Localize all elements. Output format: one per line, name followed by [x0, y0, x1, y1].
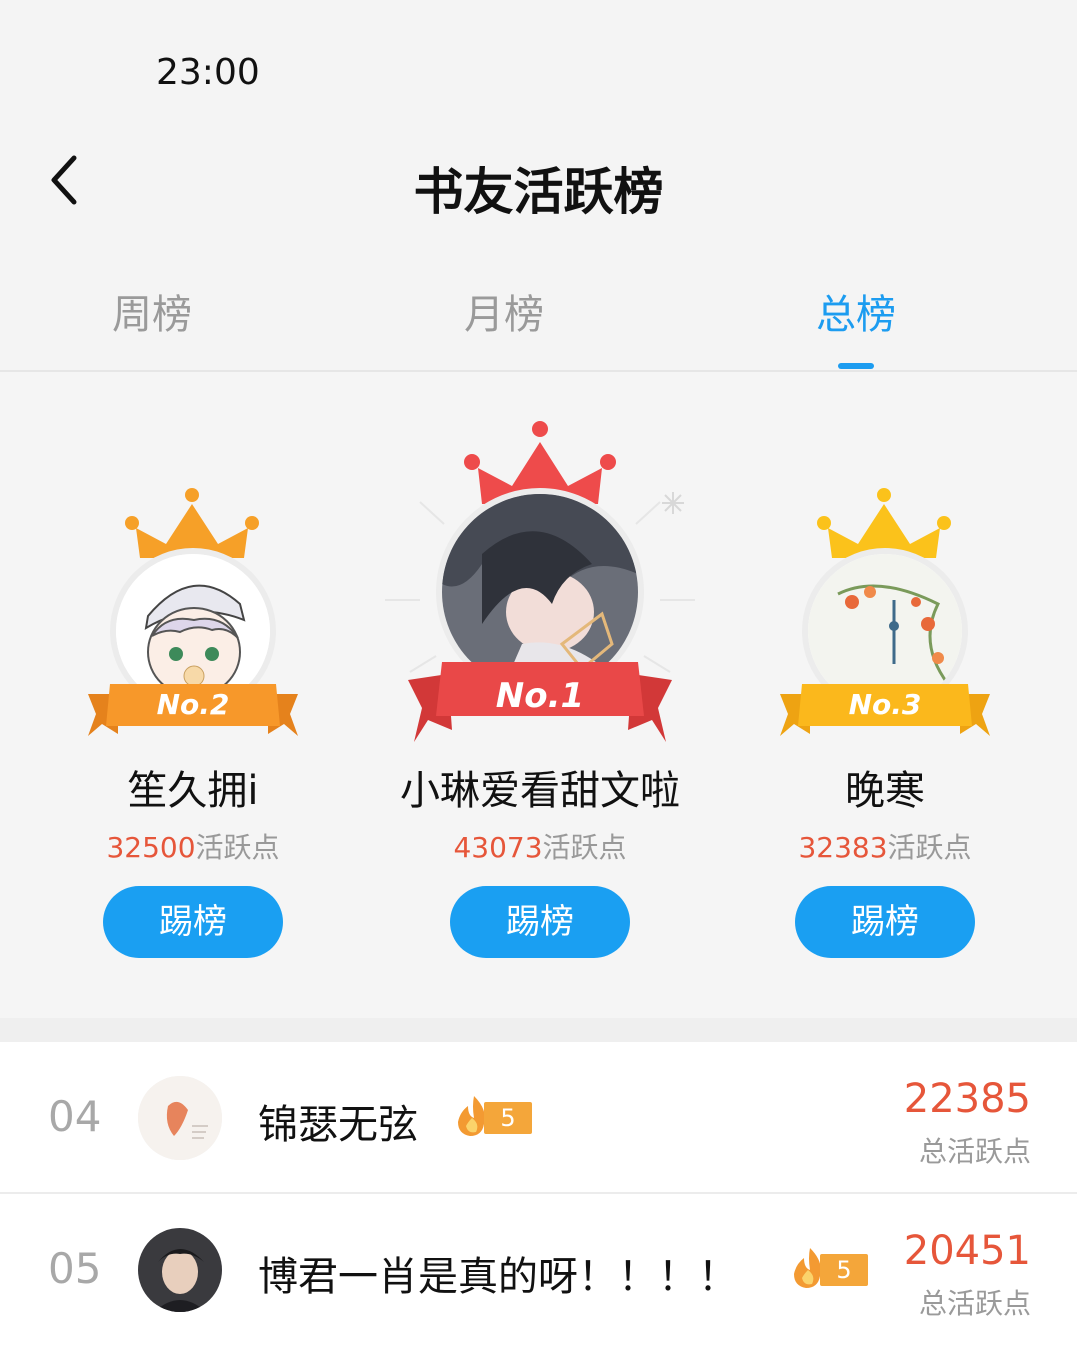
status-bar: 23:00 — [0, 0, 1077, 130]
level-value: 5 — [484, 1102, 532, 1134]
status-time: 23:00 — [156, 52, 260, 93]
tab-monthly[interactable]: 月榜 — [404, 282, 604, 340]
tab-weekly[interactable]: 周榜 — [52, 282, 252, 340]
podium-first: No.1 小琳爱看甜文啦 43073活跃点 踢榜 — [380, 372, 700, 1018]
rank-label: No.2 — [156, 688, 230, 721]
level-badge: 5 — [454, 1094, 534, 1138]
podium-points: 32383活跃点 — [772, 826, 998, 866]
rank-label: No.3 — [848, 688, 922, 721]
podium-points: 43073活跃点 — [380, 826, 700, 866]
tab-active-indicator — [838, 363, 874, 369]
level-badge: 5 — [790, 1246, 870, 1290]
page-title: 书友活跃榜 — [413, 163, 664, 221]
avatar-image — [138, 1076, 222, 1160]
points-value: 43073 — [453, 831, 543, 864]
podium-name: 晚寒 — [845, 768, 925, 814]
tab-total[interactable]: 总榜 — [756, 282, 956, 340]
avatar[interactable] — [138, 1076, 222, 1160]
points-suffix: 活跃点 — [887, 831, 972, 864]
points-value: 32500 — [106, 831, 196, 864]
podium-third: No.3 晚寒 32383活跃点 踢榜 — [772, 372, 998, 1018]
score-value: 20451 — [903, 1228, 1031, 1274]
score-value: 22385 — [903, 1076, 1031, 1122]
podium-name: 笙久拥i — [127, 768, 259, 814]
podium: No.2 笙久拥i 32500活跃点 踢榜 No.1 小琳爱看甜文啦 43073… — [0, 372, 1077, 1018]
kick-button[interactable]: 踢榜 — [103, 886, 283, 958]
avatar[interactable] — [138, 1228, 222, 1312]
rank-number: 05 — [48, 1244, 102, 1293]
podium-points: 32500活跃点 — [80, 826, 306, 866]
rank-number: 04 — [48, 1092, 102, 1141]
points-suffix: 活跃点 — [542, 831, 627, 864]
points-value: 32383 — [798, 831, 888, 864]
level-value: 5 — [820, 1254, 868, 1286]
section-gap — [0, 1018, 1077, 1042]
user-name: 博君一肖是真的呀！！！！ — [258, 1254, 738, 1300]
avatar-image — [138, 1228, 222, 1312]
score-label: 总活跃点 — [918, 1287, 1031, 1320]
nav-bar: 书友活跃榜 — [0, 130, 1077, 230]
ranking-list: 04 锦瑟无弦 5 22385 总活跃点 05 博君一肖是真的呀！！！！ 5 2… — [0, 1042, 1077, 1359]
sparkle-icon — [662, 492, 684, 514]
score-label: 总活跃点 — [918, 1135, 1031, 1168]
rank-label: No.1 — [495, 676, 585, 716]
user-name: 锦瑟无弦 — [258, 1102, 418, 1148]
podium-name: 小琳爱看甜文啦 — [400, 768, 680, 814]
tab-bar: 周榜 月榜 总榜 — [0, 260, 1077, 370]
podium-second: No.2 笙久拥i 32500活跃点 踢榜 — [80, 372, 306, 1018]
list-item[interactable]: 04 锦瑟无弦 5 22385 总活跃点 — [0, 1042, 1077, 1192]
kick-button[interactable]: 踢榜 — [795, 886, 975, 958]
points-suffix: 活跃点 — [195, 831, 280, 864]
kick-button[interactable]: 踢榜 — [450, 886, 630, 958]
list-item[interactable]: 05 博君一肖是真的呀！！！！ 5 20451 总活跃点 — [0, 1194, 1077, 1344]
